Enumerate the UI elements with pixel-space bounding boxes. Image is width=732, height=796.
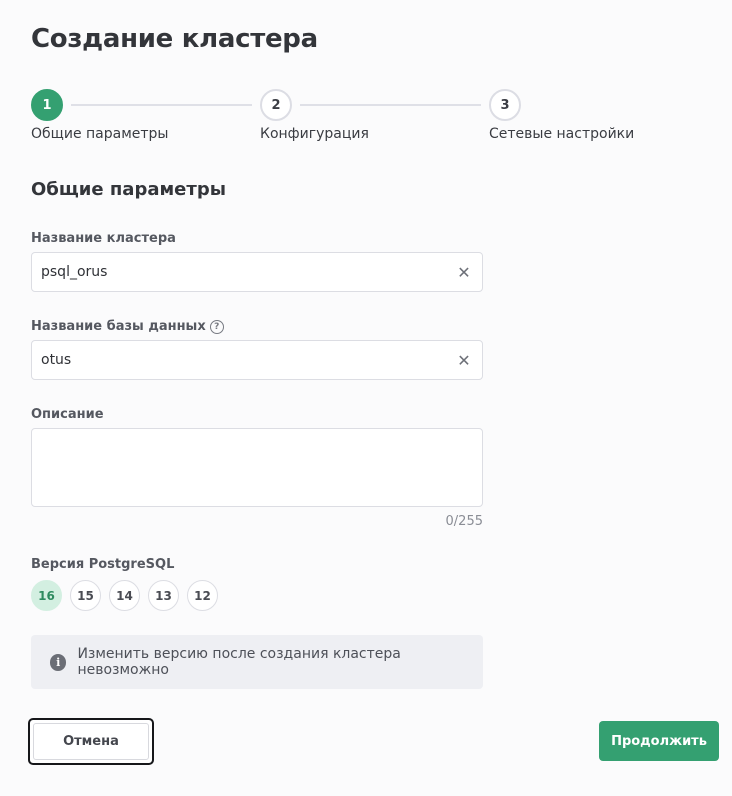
cluster-name-label: Название кластера xyxy=(31,231,176,246)
database-name-value: otus xyxy=(41,352,72,368)
postgres-version-label-text: Версия PostgreSQL xyxy=(31,557,175,572)
step-number: 3 xyxy=(489,89,521,121)
info-icon: i xyxy=(50,653,67,671)
step-label: Сетевые настройки xyxy=(489,126,635,142)
version-option-14[interactable]: 14 xyxy=(109,580,140,611)
cluster-name-value: psql_orus xyxy=(41,264,108,280)
description-label-text: Описание xyxy=(31,407,104,422)
stepper-connector-2 xyxy=(300,104,481,106)
step-label: Общие параметры xyxy=(31,126,169,142)
database-name-input[interactable]: otus ✕ xyxy=(31,340,483,380)
step-label: Конфигурация xyxy=(260,126,369,142)
version-option-12[interactable]: 12 xyxy=(187,580,218,611)
cancel-button[interactable]: Отмена xyxy=(28,718,154,765)
database-name-label-text: Название базы данных xyxy=(31,319,206,334)
cancel-button-label: Отмена xyxy=(33,723,149,760)
version-option-15[interactable]: 15 xyxy=(70,580,101,611)
version-option-13[interactable]: 13 xyxy=(148,580,179,611)
section-title: Общие параметры xyxy=(31,179,226,200)
version-option-16[interactable]: 16 xyxy=(31,580,62,611)
description-textarea[interactable] xyxy=(31,428,483,507)
cluster-name-input[interactable]: psql_orus ✕ xyxy=(31,252,483,292)
character-counter: 0/255 xyxy=(445,514,483,529)
info-text: Изменить версию после создания кластера … xyxy=(77,646,401,678)
step-network[interactable]: 3 Сетевые настройки xyxy=(489,89,634,142)
question-circle-icon[interactable]: ? xyxy=(209,319,224,334)
page-title: Создание кластера xyxy=(31,24,318,54)
step-configuration[interactable]: 2 Конфигурация xyxy=(260,89,369,142)
postgres-version-selector: 16 15 14 13 12 xyxy=(31,580,218,611)
continue-button[interactable]: Продолжить xyxy=(599,721,719,761)
step-number: 1 xyxy=(31,89,63,121)
step-number: 2 xyxy=(260,89,292,121)
clear-icon[interactable]: ✕ xyxy=(455,351,473,370)
step-general[interactable]: 1 Общие параметры xyxy=(31,89,168,142)
stepper-connector-1 xyxy=(71,104,252,106)
database-name-label: Название базы данных ? xyxy=(31,319,224,334)
postgres-version-label: Версия PostgreSQL xyxy=(31,557,174,572)
clear-icon[interactable]: ✕ xyxy=(455,263,473,282)
info-alert: i Изменить версию после создания кластер… xyxy=(31,635,483,689)
cluster-name-label-text: Название кластера xyxy=(31,231,176,246)
description-label: Описание xyxy=(31,407,104,422)
